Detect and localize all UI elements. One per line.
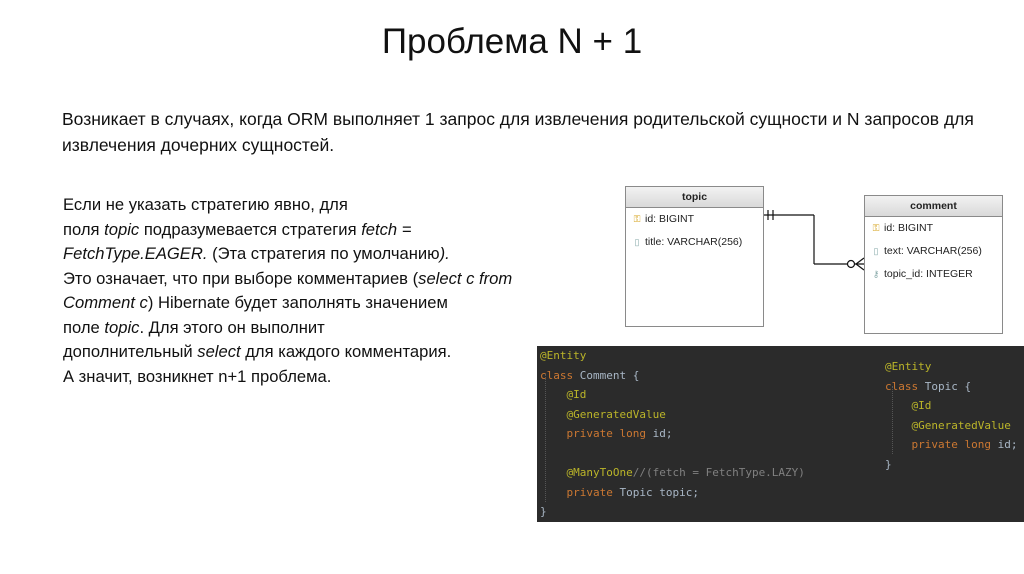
code-token: }: [540, 505, 547, 518]
comment-table: comment ⚿ id: BIGINT ▯ text: VARCHAR(256) ⚷ t…: [864, 195, 1003, 334]
column-label: id: BIGINT: [645, 213, 695, 225]
table-name: comment: [865, 196, 1002, 217]
code-token: //(fetch = FetchType.LAZY): [632, 466, 805, 479]
table-column-row: ⚿ id: BIGINT: [626, 208, 763, 231]
code-panel: @Entity class Comment { @Id @GeneratedVal…: [537, 346, 1024, 522]
column-label: text: VARCHAR(256): [884, 245, 982, 257]
code-token: id;: [652, 427, 673, 440]
topic-class-code: @Entity class Topic { @Id @GeneratedValue…: [885, 357, 1017, 474]
key-icon: ⚿: [872, 223, 880, 233]
code-token: @Id: [566, 388, 587, 401]
code-line: private Topic topic;: [540, 483, 805, 503]
column-icon: ▯: [634, 237, 640, 247]
code-token: private: [566, 485, 620, 499]
code-line: class Topic {: [885, 377, 1017, 397]
foreign-key-icon: ⚷: [872, 269, 880, 279]
column-label: id: BIGINT: [884, 222, 934, 234]
code-line: @GeneratedValue: [540, 405, 805, 425]
code-line: @Id: [540, 385, 805, 405]
code-line: class Comment {: [540, 366, 805, 386]
code-token: Topic {: [924, 379, 972, 393]
code-token: class: [885, 379, 925, 393]
code-line: @ManyToOne//(fetch = FetchType.LAZY): [540, 463, 805, 483]
code-token: id;: [997, 438, 1018, 451]
code-token: private long: [566, 427, 653, 440]
table-name: topic: [626, 187, 763, 208]
column-label: topic_id: INTEGER: [884, 268, 973, 280]
table-column-row: ▯ text: VARCHAR(256): [865, 240, 1002, 263]
code-line: }: [885, 455, 1017, 475]
code-line: private long id;: [540, 424, 805, 444]
table-column-row: ⚷ topic_id: INTEGER: [865, 263, 1002, 286]
code-line: @GeneratedValue: [885, 416, 1017, 436]
code-token: @GeneratedValue: [911, 418, 1011, 432]
table-column-row: ⚿ id: BIGINT: [865, 217, 1002, 240]
code-line: }: [540, 502, 805, 522]
code-token: class: [540, 368, 580, 382]
column-label: title: VARCHAR(256): [645, 236, 743, 248]
code-token: @Id: [911, 399, 932, 412]
code-token: @Entity: [885, 360, 932, 373]
code-token: }: [885, 457, 892, 471]
code-token: @ManyToOne: [566, 466, 633, 479]
code-line: @Id: [885, 396, 1017, 416]
code-token: private long: [911, 438, 998, 451]
code-line: @Entity: [540, 346, 805, 366]
column-icon: ▯: [873, 246, 879, 256]
key-icon: ⚿: [633, 214, 641, 224]
code-line: private long id;: [885, 435, 1018, 455]
code-token: Comment {: [579, 368, 640, 382]
code-token: Topic topic;: [619, 485, 699, 499]
table-column-row: ▯ title: VARCHAR(256): [626, 231, 763, 254]
code-token: @GeneratedValue: [566, 407, 666, 421]
code-line: @Entity: [885, 357, 1017, 377]
code-token: @Entity: [540, 349, 587, 362]
topic-table: topic ⚿ id: BIGINT ▯ title: VARCHAR(256): [625, 186, 764, 327]
comment-class-code: @Entity class Comment { @Id @GeneratedVal…: [540, 346, 805, 522]
